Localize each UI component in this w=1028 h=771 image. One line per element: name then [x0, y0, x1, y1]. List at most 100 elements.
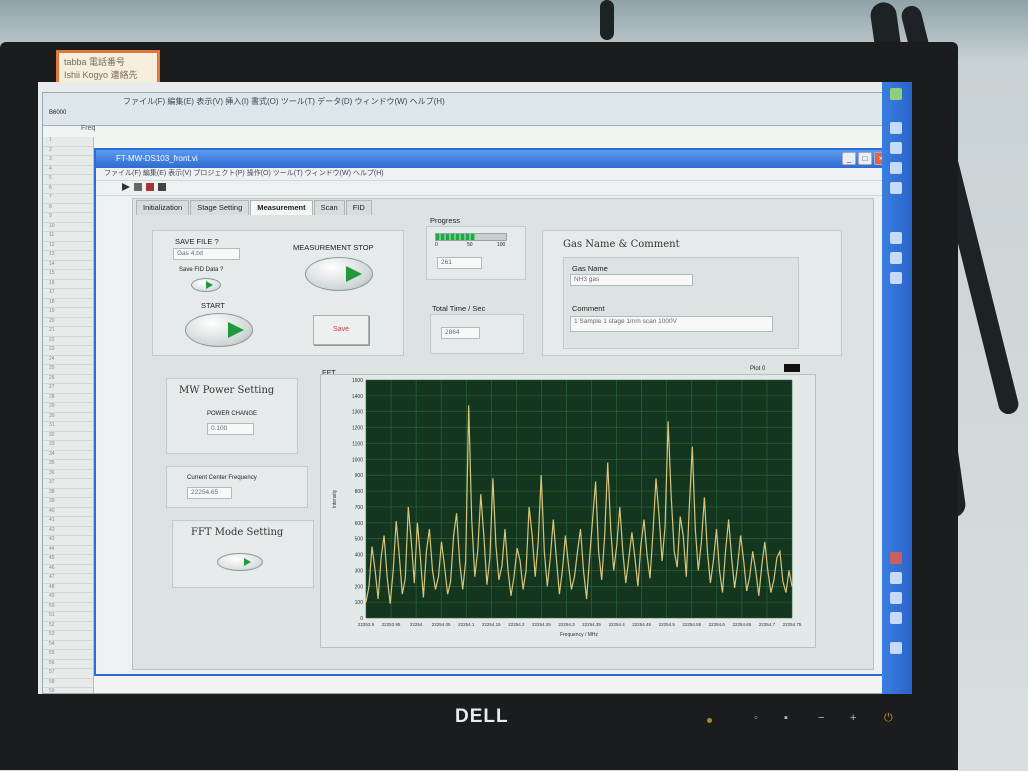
excel-row-number[interactable]: 29	[43, 403, 93, 413]
excel-row-number[interactable]: 26	[43, 375, 93, 384]
abort-icon[interactable]	[146, 183, 154, 191]
excel-row-number[interactable]: 11	[43, 232, 93, 242]
excel-row-number[interactable]: 39	[43, 498, 93, 508]
taskbar-app-icon[interactable]	[890, 272, 902, 284]
excel-row-number[interactable]: 56	[43, 660, 93, 669]
excel-row-number[interactable]: 28	[43, 394, 93, 403]
labview-menubar[interactable]: ファイル(F) 編集(E) 表示(V) プロジェクト(P) 操作(O) ツール(…	[96, 168, 890, 181]
excel-row-number[interactable]: 47	[43, 574, 93, 584]
excel-row-number[interactable]: 4	[43, 166, 93, 175]
tray-icon[interactable]	[890, 592, 902, 604]
excel-row-number[interactable]: 46	[43, 565, 93, 574]
monitor-button-icon[interactable]: ▪	[784, 712, 788, 724]
excel-row-number[interactable]: 37	[43, 479, 93, 489]
excel-cell-ref[interactable]: B6000	[49, 110, 66, 116]
excel-row-number[interactable]: 14	[43, 261, 93, 270]
plot-legend[interactable]: Plot 0	[750, 366, 765, 372]
excel-row-number[interactable]: 5	[43, 175, 93, 185]
excel-row-number[interactable]: 44	[43, 546, 93, 555]
run-continuous-icon[interactable]	[134, 183, 142, 191]
taskbar-app-icon[interactable]	[890, 182, 902, 194]
excel-row-number[interactable]: 25	[43, 365, 93, 375]
excel-row-number[interactable]: 52	[43, 622, 93, 631]
taskbar-app-icon[interactable]	[890, 142, 902, 154]
taskbar-app-icon[interactable]	[890, 252, 902, 264]
excel-row-number[interactable]: 21	[43, 327, 93, 337]
excel-row-number[interactable]: 9	[43, 213, 93, 223]
excel-row-number[interactable]: 58	[43, 679, 93, 688]
excel-row-number[interactable]: 7	[43, 194, 93, 204]
excel-row-number[interactable]: 19	[43, 308, 93, 318]
excel-row-number[interactable]: 22	[43, 337, 93, 346]
excel-row-number[interactable]: 50	[43, 603, 93, 612]
monitor-minus-icon[interactable]: −	[818, 712, 824, 724]
excel-row-number[interactable]: 54	[43, 641, 93, 650]
pause-icon[interactable]	[158, 183, 166, 191]
excel-row-number[interactable]: 34	[43, 451, 93, 460]
excel-row-number[interactable]: 2	[43, 147, 93, 156]
excel-row-number[interactable]: 36	[43, 470, 93, 479]
start-button[interactable]	[185, 313, 253, 347]
excel-row-number[interactable]: 48	[43, 584, 93, 593]
excel-row-number[interactable]: 55	[43, 650, 93, 660]
excel-row-number[interactable]: 12	[43, 242, 93, 251]
tray-icon[interactable]	[890, 572, 902, 584]
tray-icon[interactable]	[890, 642, 902, 654]
excel-row-number[interactable]: 20	[43, 318, 93, 327]
excel-row-number[interactable]: 16	[43, 280, 93, 289]
monitor-power-icon[interactable]: ⏻	[884, 712, 893, 725]
excel-row-number[interactable]: 51	[43, 612, 93, 622]
excel-row-number[interactable]: 18	[43, 299, 93, 308]
excel-row-number[interactable]: 32	[43, 432, 93, 441]
excel-row-number[interactable]: 40	[43, 508, 93, 517]
excel-row-number[interactable]: 27	[43, 384, 93, 394]
excel-row-number[interactable]: 6	[43, 185, 93, 194]
tab-measurement[interactable]: Measurement	[250, 200, 313, 215]
excel-row-number[interactable]: 49	[43, 593, 93, 603]
excel-row-number[interactable]: 30	[43, 413, 93, 422]
measurement-stop-button[interactable]	[305, 257, 373, 291]
excel-row-number[interactable]: 15	[43, 270, 93, 280]
excel-row-number[interactable]: 35	[43, 460, 93, 470]
excel-menu[interactable]: ファイル(F) 編集(E) 表示(V) 挿入(I) 書式(O) ツール(T) デ…	[123, 96, 445, 107]
save-file-field[interactable]: Gas 4.txt	[173, 248, 240, 260]
excel-row-number[interactable]: 23	[43, 346, 93, 356]
minimize-icon[interactable]: _	[842, 152, 856, 165]
excel-row-number[interactable]: 24	[43, 356, 93, 365]
excel-row-number[interactable]: 43	[43, 536, 93, 546]
fft-mode-toggle[interactable]	[217, 553, 263, 571]
excel-row-number[interactable]: 17	[43, 289, 93, 299]
comment-field[interactable]: 1 Sample 1 stage 1mm scan 1000V	[570, 316, 773, 332]
excel-row-number[interactable]: 38	[43, 489, 93, 498]
tab-scan[interactable]: Scan	[313, 200, 345, 215]
save-button[interactable]: Save	[313, 315, 369, 345]
excel-row-number[interactable]: 10	[43, 223, 93, 232]
tray-icon[interactable]	[890, 612, 902, 624]
taskbar-app-icon[interactable]	[890, 162, 902, 174]
monitor-plus-icon[interactable]: +	[850, 712, 856, 724]
excel-row-number[interactable]: 13	[43, 251, 93, 261]
taskbar-app-icon[interactable]	[890, 232, 902, 244]
monitor-button-icon[interactable]: ◦	[754, 712, 758, 724]
excel-column-header[interactable]: Freq	[81, 125, 95, 132]
excel-row-number[interactable]: 42	[43, 527, 93, 536]
tab-fid[interactable]: FID	[345, 200, 372, 215]
excel-row-number[interactable]: 59	[43, 688, 93, 694]
start-icon[interactable]	[890, 88, 902, 100]
tray-icon[interactable]	[890, 552, 902, 564]
maximize-icon[interactable]: □	[858, 152, 872, 165]
tab-initialization[interactable]: Initialization	[136, 200, 190, 215]
excel-row-number[interactable]: 45	[43, 555, 93, 565]
excel-row-number[interactable]: 8	[43, 204, 93, 213]
excel-row-number[interactable]: 41	[43, 517, 93, 527]
excel-row-number[interactable]: 33	[43, 441, 93, 451]
excel-row-number[interactable]: 3	[43, 156, 93, 166]
save-fid-toggle[interactable]	[191, 278, 221, 292]
power-change-field[interactable]: 0.100	[207, 423, 254, 435]
run-arrow-icon[interactable]	[122, 183, 130, 191]
excel-row-number[interactable]: 53	[43, 631, 93, 641]
window-titlebar[interactable]: FT-MW-DS103_front.vi _ □ ×	[96, 150, 890, 168]
taskbar-app-icon[interactable]	[890, 122, 902, 134]
excel-row-number[interactable]: 57	[43, 669, 93, 679]
excel-row-number[interactable]: 1	[43, 137, 93, 147]
